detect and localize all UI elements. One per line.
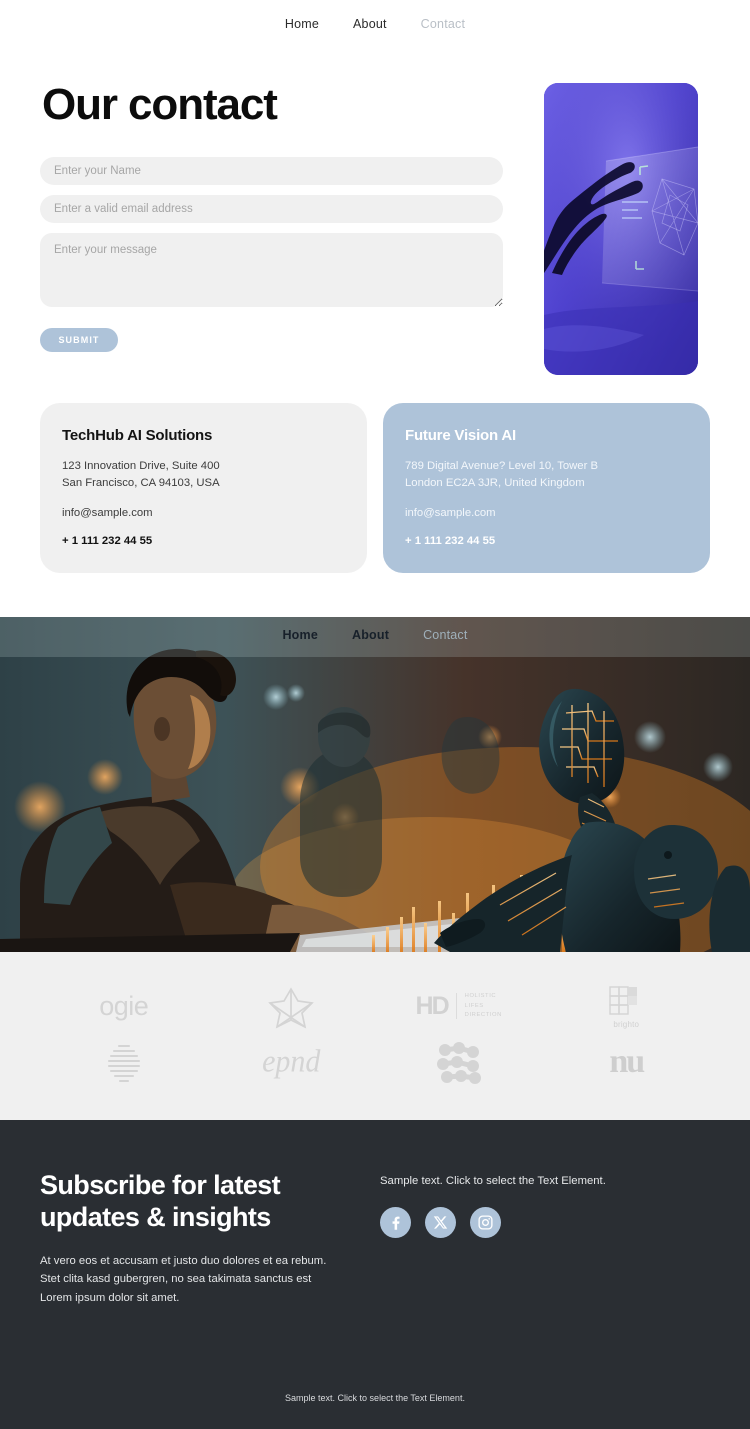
- message-textarea[interactable]: [40, 232, 503, 307]
- band-nav-item-about[interactable]: About: [352, 628, 389, 642]
- card-email[interactable]: info@sample.com: [62, 505, 345, 522]
- logo-hd-divider: [455, 993, 457, 1020]
- x-twitter-icon[interactable]: [425, 1207, 456, 1239]
- logo-brighto: brighto: [606, 984, 646, 1029]
- top-navigation: Home About Contact: [0, 0, 750, 48]
- facebook-icon[interactable]: [380, 1207, 411, 1239]
- logo-hd-lines: HOLISTIC LIFES DIRECTION: [465, 992, 502, 1020]
- contact-cards: TechHub AI Solutions 123 Innovation Driv…: [40, 375, 710, 617]
- logo-epnd-label: epnd: [262, 1044, 321, 1080]
- band-nav-item-home[interactable]: Home: [282, 628, 318, 642]
- instagram-icon[interactable]: [470, 1207, 501, 1239]
- logo-epnd: epnd: [262, 1044, 321, 1080]
- band-navigation: Home About Contact: [0, 617, 750, 653]
- hd-line-1: HOLISTIC: [464, 993, 497, 1000]
- brighto-blocks-icon: [609, 986, 638, 1015]
- hero-image: [544, 83, 698, 375]
- submit-button[interactable]: SUBMIT: [40, 327, 118, 352]
- footer-section: Subscribe for latest updates & insights …: [0, 1120, 750, 1429]
- contact-card-futurevision: Future Vision AI 789 Digital Avenue? Lev…: [383, 403, 710, 574]
- page-title: Our contact: [42, 80, 278, 129]
- logo-row-1: ogie HD HOLISTIC LIFES DIRECTION brighto: [40, 978, 710, 1034]
- footer-body-line-3: Lorem ipsum dolor sit amet.: [40, 1291, 180, 1304]
- partner-logos-section: ogie HD HOLISTIC LIFES DIRECTION brighto…: [0, 952, 750, 1121]
- email-input[interactable]: [40, 194, 503, 223]
- logo-nu: nu: [609, 1043, 645, 1081]
- name-input[interactable]: [40, 156, 503, 185]
- logo-nu-label: nu: [609, 1043, 645, 1081]
- contact-form-column: Our contact SUBMIT: [40, 80, 520, 352]
- footer-left-column: Subscribe for latest updates & insights …: [40, 1170, 340, 1307]
- card-phone[interactable]: + 1 111 232 44 55: [62, 535, 345, 547]
- band-nav-item-contact[interactable]: Contact: [423, 628, 467, 642]
- nav-item-about[interactable]: About: [353, 17, 387, 31]
- logo-star-icon: [268, 983, 315, 1030]
- hd-line-3: DIRECTION: [464, 1012, 502, 1019]
- logo-holistic-lifes-direction: HD HOLISTIC LIFES DIRECTION: [416, 992, 502, 1021]
- card-address-1: 123 Innovation Drive, Suite 400: [62, 460, 220, 472]
- card-title: TechHub AI Solutions: [62, 427, 213, 444]
- nav-item-contact[interactable]: Contact: [421, 17, 465, 31]
- contact-card-techhub: TechHub AI Solutions 123 Innovation Driv…: [40, 403, 367, 574]
- card-address-2: London EC2A 3JR, United Kingdom: [405, 477, 585, 490]
- logo-ogie-label: ogie: [99, 990, 149, 1021]
- logo-globe-icon: [102, 1040, 146, 1084]
- footer-right-column: Sample text. Click to select the Text El…: [380, 1170, 710, 1307]
- footer-body-line-1: At vero eos et accusam et justo duo dolo…: [40, 1255, 327, 1268]
- logo-brighto-label: brighto: [613, 1019, 640, 1029]
- card-phone[interactable]: + 1 111 232 44 55: [405, 535, 688, 547]
- nav-item-home[interactable]: Home: [285, 17, 319, 31]
- card-email[interactable]: info@sample.com: [405, 505, 688, 522]
- logo-ogie: ogie: [99, 990, 149, 1022]
- logo-row-2: epnd nu: [40, 1034, 710, 1090]
- logo-hd-mark: HD: [415, 991, 450, 1020]
- contact-section: Our contact SUBMIT: [0, 48, 750, 618]
- social-links: [380, 1207, 710, 1239]
- card-title: Future Vision AI: [405, 427, 516, 444]
- footer-sample-text: Sample text. Click to select the Text El…: [380, 1175, 606, 1188]
- photo-band-section: Home About Contact: [0, 617, 750, 953]
- card-address-1: 789 Digital Avenue? Level 10, Tower B: [405, 460, 599, 472]
- hd-line-2: LIFES: [464, 1002, 484, 1009]
- card-address-2: San Francisco, CA 94103, USA: [62, 477, 220, 490]
- logo-dots-icon: [435, 1040, 483, 1085]
- footer-body-line-2: Stet clita kasd gubergren, no sea takima…: [40, 1273, 312, 1286]
- band-image: [0, 617, 750, 953]
- footer-bottom-text: Sample text. Click to select the Text El…: [285, 1393, 465, 1404]
- footer-title: Subscribe for latest updates & insights: [40, 1170, 281, 1233]
